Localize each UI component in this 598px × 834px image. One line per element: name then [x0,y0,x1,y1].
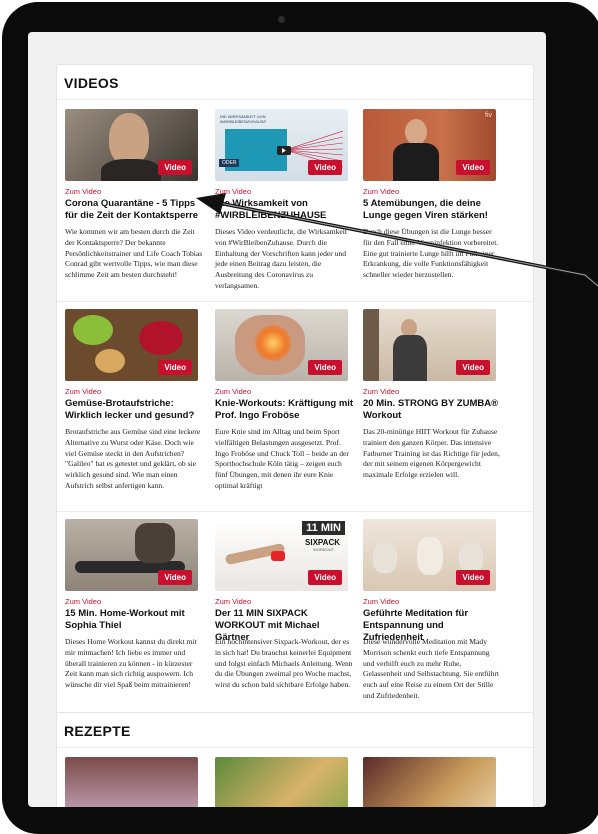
row-divider [57,301,533,302]
row-divider [57,511,533,512]
video-badge: Video [308,160,342,175]
video-description: Das 20-minütige HIIT Workout für Zuhause… [363,427,500,480]
video-badge: Video [308,570,342,585]
rezepte-section: REZEPTE [56,712,534,807]
video-badge: Video [308,360,342,375]
tablet-screen: VIDEOS Video Zum Video Corona Quarantäne… [28,32,546,807]
recipe-thumbnail[interactable] [363,757,496,807]
video-thumbnail[interactable]: Video [215,309,348,381]
video-card[interactable]: Video Zum Video 15 Min. Home-Workout mit… [65,519,206,717]
video-badge: Video [158,160,192,175]
video-title[interactable]: 15 Min. Home-Workout mit Sophia Thiel [65,608,205,632]
video-card[interactable]: Video Zum Video Knie-Workouts: Kräftigun… [215,309,356,509]
video-description: Durch diese Übungen ist die Lunge besser… [363,227,499,280]
video-thumbnail[interactable]: Video [65,309,198,381]
recipe-thumbnail[interactable] [215,757,348,807]
video-thumbnail[interactable]: Video [65,109,198,181]
recipe-thumbnail[interactable] [65,757,198,807]
video-badge: Video [158,360,192,375]
video-badge: Video [158,570,192,585]
video-thumbnail[interactable]: DIE WIRKSAMKEIT VON #WIRBLEIBENZUHAUSE O… [215,109,348,181]
rezepte-heading: REZEPTE [64,723,131,739]
video-badge: Video [456,570,490,585]
video-thumbnail[interactable]: Video [65,519,198,591]
video-description: Ein hochintensiver Sixpack-Workout, der … [215,637,353,690]
video-badge: Video [456,360,490,375]
zum-video-link[interactable]: Zum Video [363,387,399,396]
video-card[interactable]: 11 MIN SIXPACK WORKOUT Video Zum Video D… [215,519,356,717]
video-description: Brotaufstriche aus Gemüse sind eine leck… [65,427,201,490]
video-card[interactable]: DIE WIRKSAMKEIT VON #WIRBLEIBENZUHAUSE O… [215,109,356,299]
tablet-frame: VIDEOS Video Zum Video Corona Quarantäne… [2,2,598,834]
zum-video-link[interactable]: Zum Video [215,187,251,196]
section-divider [57,747,533,748]
zum-video-link[interactable]: Zum Video [65,387,101,396]
video-description: Wie kommen wir am besten durch die Zeit … [65,227,203,280]
video-thumbnail[interactable]: Video [363,519,496,591]
zum-video-link[interactable]: Zum Video [215,597,251,606]
videos-section: VIDEOS Video Zum Video Corona Quarantäne… [56,64,534,724]
video-title[interactable]: 5 Atemübungen, die deine Lunge gegen Vir… [363,198,503,222]
video-card[interactable]: fiv Video Zum Video 5 Atemübungen, die d… [363,109,504,299]
video-title[interactable]: Corona Quarantäne - 5 Tipps für die Zeit… [65,198,205,222]
video-card[interactable]: Video Zum Video Gemüse-Brotaufstriche: W… [65,309,206,509]
thumbnail-tag: ODER [219,159,240,167]
video-description: Eure Knie sind im Alltag und beim Sport … [215,427,349,490]
video-title[interactable]: 20 Min. STRONG BY ZUMBA® Workout [363,398,503,422]
video-card[interactable]: Video Zum Video Corona Quarantäne - 5 Ti… [65,109,206,299]
video-thumbnail[interactable]: Video [363,309,496,381]
video-description: Dieses Video verdeutlicht, die Wirksamke… [215,227,348,290]
zum-video-link[interactable]: Zum Video [215,387,251,396]
video-title[interactable]: Die Wirksamkeit von #WIRBLEIBENZUHAUSE [215,198,355,222]
zum-video-link[interactable]: Zum Video [65,187,101,196]
video-card[interactable]: Video Zum Video 20 Min. STRONG BY ZUMBA®… [363,309,504,509]
video-badge: Video [456,160,490,175]
thumbnail-big-text: 11 MIN [302,521,345,535]
zum-video-link[interactable]: Zum Video [363,597,399,606]
thumbnail-tiny-text: WORKOUT [313,547,334,552]
videos-heading: VIDEOS [64,75,119,91]
channel-logo: fiv [485,112,492,119]
video-title[interactable]: Gemüse-Brotaufstriche: Wirklich lecker u… [65,398,205,422]
video-card[interactable]: Video Zum Video Geführte Meditation für … [363,519,504,717]
camera-dot [278,16,285,23]
video-thumbnail[interactable]: 11 MIN SIXPACK WORKOUT Video [215,519,348,591]
zum-video-link[interactable]: Zum Video [363,187,399,196]
video-description: Diese wundervolle Meditation mit Mady Mo… [363,637,500,700]
thumbnail-small-text: SIXPACK [305,538,340,547]
video-title[interactable]: Knie-Workouts: Kräftigung mit Prof. Ingo… [215,398,355,422]
section-divider [57,99,533,100]
thumbnail-caption: DIE WIRKSAMKEIT VON #WIRBLEIBENZUHAUSE [220,114,267,124]
video-description: Dieses Home Workout kannst du direkt mit… [65,637,197,690]
zum-video-link[interactable]: Zum Video [65,597,101,606]
video-thumbnail[interactable]: fiv Video [363,109,496,181]
